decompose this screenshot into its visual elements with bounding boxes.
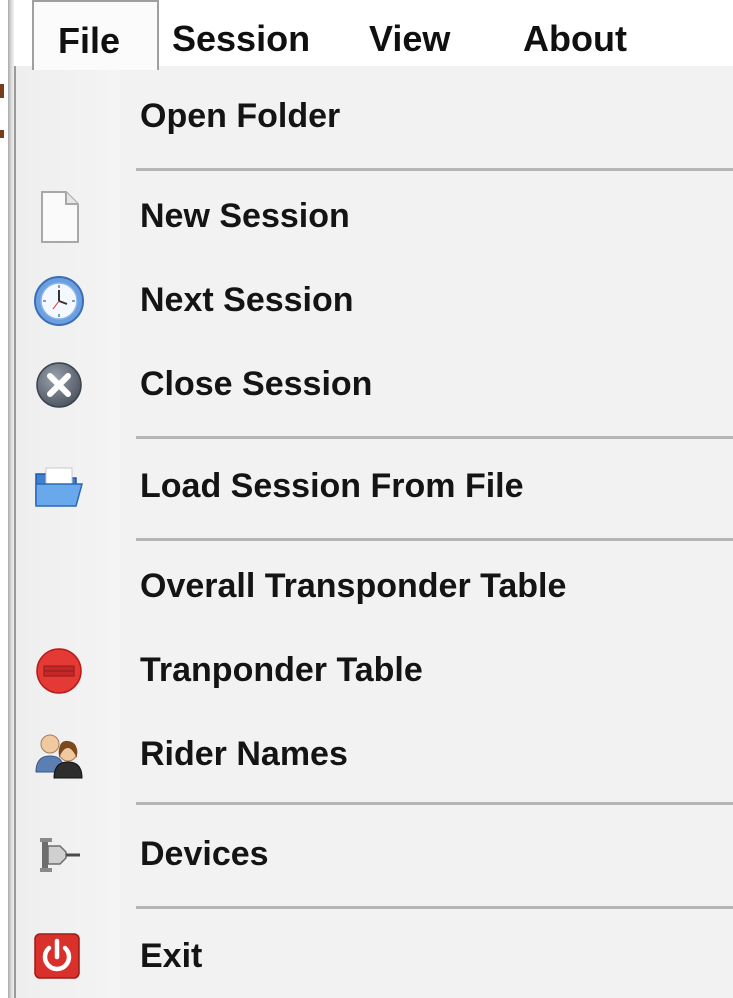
menu-item-open-folder[interactable]: Open Folder [16, 80, 733, 152]
application-window: File Session View About Open Folder New … [0, 0, 733, 998]
menu-item-label: Exit [140, 937, 203, 975]
edge-mark [0, 84, 4, 98]
menu-separator [136, 538, 733, 541]
edge-mark [0, 130, 4, 138]
window-left-edge [0, 0, 14, 998]
menu-bar: File Session View About [14, 0, 733, 70]
menu-item-tranponder-table[interactable]: Tranponder Table [16, 634, 733, 706]
menu-file[interactable]: File [32, 0, 159, 70]
menu-session[interactable]: Session [172, 0, 310, 66]
menu-separator [136, 802, 733, 805]
plug-icon [32, 828, 86, 882]
power-icon [32, 930, 86, 984]
blank-document-icon [32, 190, 86, 244]
open-folder-icon [32, 460, 86, 514]
menu-item-load-session-from-file[interactable]: Load Session From File [16, 450, 733, 522]
file-menu-dropdown: Open Folder New Session Next Session Clo… [14, 66, 733, 998]
menu-about-label: About [523, 18, 627, 59]
users-icon [32, 728, 86, 782]
menu-file-label: File [58, 20, 121, 61]
red-table-icon [32, 644, 86, 698]
menu-item-label: New Session [140, 197, 350, 235]
menu-item-label: Rider Names [140, 735, 348, 773]
menu-view[interactable]: View [369, 0, 450, 66]
menu-item-exit[interactable]: Exit [16, 920, 733, 992]
menu-item-devices[interactable]: Devices [16, 818, 733, 890]
menu-about[interactable]: About [523, 0, 627, 66]
menu-view-label: View [369, 18, 451, 59]
menu-separator [136, 906, 733, 909]
menu-item-label: Overall Transponder Table [140, 567, 567, 605]
close-circle-icon [32, 358, 86, 412]
menu-item-label: Load Session From File [140, 467, 524, 505]
menu-item-next-session[interactable]: Next Session [16, 264, 733, 336]
menu-session-label: Session [172, 18, 311, 59]
menu-item-label: Open Folder [140, 97, 341, 135]
menu-item-label: Tranponder Table [140, 651, 423, 689]
menu-item-label: Next Session [140, 281, 354, 319]
menu-item-rider-names[interactable]: Rider Names [16, 718, 733, 790]
menu-item-new-session[interactable]: New Session [16, 180, 733, 252]
menu-item-label: Close Session [140, 365, 373, 403]
menu-separator [136, 168, 733, 171]
menu-item-close-session[interactable]: Close Session [16, 348, 733, 420]
menu-separator [136, 436, 733, 439]
clock-icon [32, 274, 86, 328]
menu-item-label: Devices [140, 835, 269, 873]
menu-item-overall-transponder-table[interactable]: Overall Transponder Table [16, 550, 733, 622]
